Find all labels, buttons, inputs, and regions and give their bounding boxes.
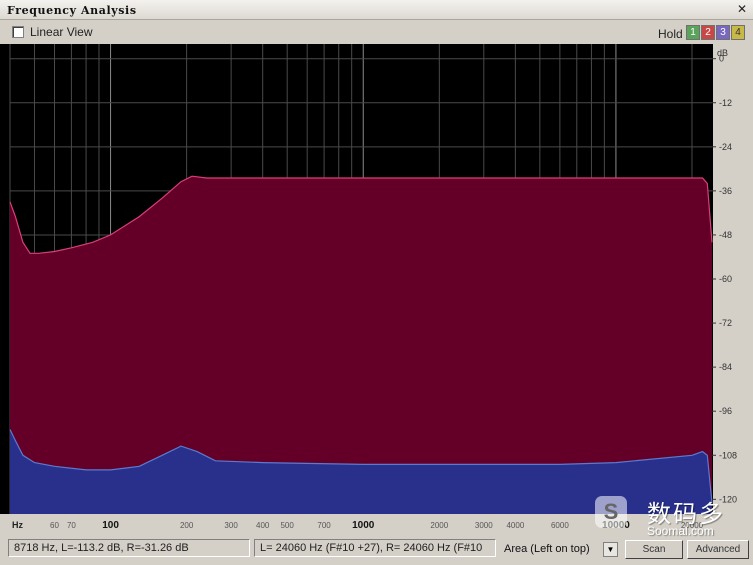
x-axis-unit: Hz: [12, 520, 23, 530]
hold-button-3[interactable]: 3: [716, 25, 730, 40]
peak-readout: L= 24060 Hz (F#10 +27), R= 24060 Hz (F#1…: [254, 539, 496, 557]
x-tick-label: 700: [317, 521, 331, 530]
y-tick-label: -120: [719, 494, 737, 504]
y-tick-label: -24: [719, 142, 732, 152]
x-tick-label: 20000: [681, 521, 704, 530]
chevron-down-icon[interactable]: ▼: [603, 542, 618, 557]
x-tick-label: 400: [256, 521, 270, 530]
y-tick-label: -108: [719, 450, 737, 460]
x-tick-label: 200: [180, 521, 194, 530]
status-bar: 8718 Hz, L=-113.2 dB, R=-31.26 dB L= 240…: [0, 534, 753, 565]
y-tick-label: 0: [719, 54, 724, 64]
y-tick-label: -36: [719, 186, 732, 196]
x-tick-label: 300: [224, 521, 238, 530]
advanced-button[interactable]: Advanced: [687, 540, 749, 559]
cursor-readout: 8718 Hz, L=-113.2 dB, R=-31.26 dB: [8, 539, 250, 557]
x-tick-label: 70: [67, 521, 76, 530]
linear-view-label: Linear View: [30, 25, 93, 39]
y-tick-label: -96: [719, 406, 732, 416]
hold-button-2[interactable]: 2: [701, 25, 715, 40]
x-tick-label: 500: [280, 521, 294, 530]
x-tick-label: 1000: [352, 520, 375, 531]
x-tick-label: 2000: [430, 521, 448, 530]
spectrum-chart: dB0-12-24-36-48-60-72-84-96-108-120 Hz 60…: [0, 44, 753, 534]
close-icon[interactable]: ✕: [735, 3, 749, 16]
x-tick-label: 60: [50, 521, 59, 530]
title-bar: Frequency Analysis ✕: [0, 0, 753, 20]
spectrum-plot[interactable]: dB 0 -12 -24 -36 -48 -60 -72 -84 -96 -108 -120 Hz 60…: [0, 44, 753, 534]
view-mode-value: Area (Left on top): [504, 543, 590, 555]
y-tick-label: -72: [719, 318, 732, 328]
y-tick-label: -84: [719, 362, 732, 372]
view-mode-select[interactable]: Area (Left on top) ▼: [500, 539, 620, 559]
x-tick-label: 100: [102, 520, 119, 531]
hold-label: Hold: [658, 27, 683, 41]
x-tick-label: 3000: [475, 521, 493, 530]
x-tick-label: 6000: [551, 521, 569, 530]
hold-button-1[interactable]: 1: [686, 25, 700, 40]
toolbar: Linear View Hold 1 2 3 4: [0, 20, 753, 44]
y-tick-label: -12: [719, 98, 732, 108]
window-title: Frequency Analysis: [7, 4, 137, 17]
linear-view-checkbox[interactable]: [12, 26, 24, 38]
y-tick-label: -60: [719, 274, 732, 284]
y-tick-label: -48: [719, 230, 732, 240]
scan-button[interactable]: Scan: [625, 540, 683, 559]
x-tick-label: 4000: [506, 521, 524, 530]
x-tick-label: 10000: [602, 520, 630, 531]
hold-button-4[interactable]: 4: [731, 25, 745, 40]
